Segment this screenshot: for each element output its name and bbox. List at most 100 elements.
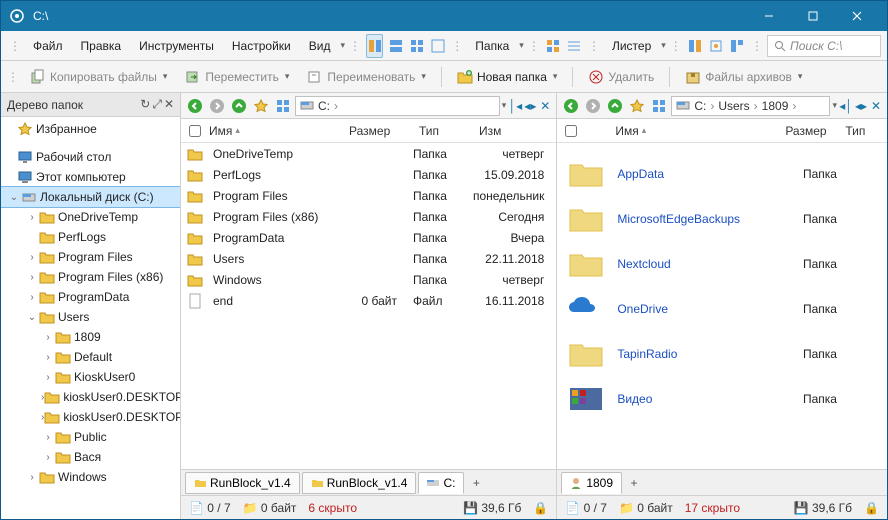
tree-item[interactable]: ›kioskUser0.DESKTOP- — [1, 407, 180, 427]
minimize-button[interactable] — [747, 1, 791, 31]
tree-item[interactable]: ›Вася — [1, 447, 180, 467]
left-file-list[interactable]: OneDriveTempПапкачетвергPerfLogsПапка15.… — [181, 143, 556, 469]
forward-button[interactable] — [583, 96, 603, 116]
maximize-button[interactable] — [791, 1, 835, 31]
up-button[interactable] — [605, 96, 625, 116]
tree-item[interactable]: ›Windows — [1, 467, 180, 487]
close-button[interactable] — [835, 1, 879, 31]
file-row[interactable]: NextcloudПапка — [561, 241, 883, 286]
col-type[interactable]: Тип — [411, 124, 471, 138]
newfolder-button[interactable]: Новая папка▾ — [450, 65, 564, 89]
tree-item[interactable]: PerfLogs — [1, 227, 180, 247]
prev-btn[interactable]: │◂ — [508, 96, 522, 116]
back-button[interactable] — [185, 96, 205, 116]
search-input[interactable]: Поиск C:\ — [767, 35, 881, 57]
menu-edit[interactable]: Правка — [73, 35, 130, 57]
next-btn[interactable]: ◂▸ — [854, 96, 868, 116]
tree-item[interactable]: ⌄Users — [1, 307, 180, 327]
tree-thispc[interactable]: Этот компьютер — [1, 167, 180, 187]
tool-btn-b[interactable] — [708, 34, 725, 58]
prev-btn[interactable]: ◂│ — [839, 96, 853, 116]
close-panel[interactable]: ✕ — [869, 96, 883, 116]
dropdown-icon[interactable]: ▾ — [502, 100, 507, 111]
sidebar-refresh-icon[interactable]: ↻ — [140, 97, 150, 112]
file-row[interactable]: Program Files (x86)ПапкаСегодня — [181, 206, 556, 227]
file-row[interactable]: Program FilesПапкапонедельник — [181, 185, 556, 206]
tree-item[interactable]: ›Public — [1, 427, 180, 447]
col-size[interactable]: Размер — [341, 124, 411, 138]
menu-view[interactable]: Вид — [301, 35, 339, 57]
view-btn-2[interactable] — [387, 34, 404, 58]
file-row[interactable]: UsersПапка22.11.2018 — [181, 248, 556, 269]
tree-item[interactable]: ›Program Files — [1, 247, 180, 267]
file-row[interactable]: TapinRadioПапка — [561, 331, 883, 376]
view-toggle[interactable] — [649, 96, 669, 116]
file-row[interactable]: OneDriveTempПапкачетверг — [181, 143, 556, 164]
tree-localdisk[interactable]: ⌄Локальный диск (C:) — [1, 187, 180, 207]
tree-item[interactable]: ›kioskUser0.DESKTOP- — [1, 387, 180, 407]
tree-item[interactable]: ›OneDriveTemp — [1, 207, 180, 227]
col-name[interactable]: Имя▴ — [201, 124, 341, 138]
menu-file[interactable]: Файл — [25, 35, 71, 57]
sidebar-close-icon[interactable]: ✕ — [164, 97, 174, 112]
tab[interactable]: RunBlock_v1.4 — [185, 472, 300, 494]
tab[interactable]: RunBlock_v1.4 — [302, 472, 417, 494]
menu-folder[interactable]: Папка — [467, 35, 517, 57]
file-row[interactable]: ProgramDataПапкаВчера — [181, 227, 556, 248]
favorites-icon[interactable] — [627, 96, 647, 116]
tool-btn-c[interactable] — [729, 34, 746, 58]
col-check[interactable] — [557, 125, 607, 137]
menu-lister[interactable]: Листер — [604, 35, 659, 57]
breadcrumb[interactable]: C:› Users› 1809› — [671, 96, 830, 116]
right-file-list[interactable]: AppDataПапкаMicrosoftEdgeBackupsПапкаNex… — [557, 143, 887, 469]
col-mod[interactable]: Изм — [471, 124, 556, 138]
view-btn-1[interactable] — [366, 34, 383, 58]
view-btn-3[interactable] — [408, 34, 425, 58]
tree-item[interactable]: ›Program Files (x86) — [1, 267, 180, 287]
menu-settings[interactable]: Настройки — [224, 35, 299, 57]
up-button[interactable] — [229, 96, 249, 116]
tree-favorites[interactable]: Избранное — [1, 119, 180, 139]
tab-active[interactable]: 1809 — [561, 472, 622, 494]
folder-tree[interactable]: Избранное Рабочий стол Этот компьютер ⌄Л… — [1, 117, 180, 519]
tree-desktop[interactable]: Рабочий стол — [1, 147, 180, 167]
tool-btn-a[interactable] — [687, 34, 704, 58]
col-name[interactable]: Имя▴ — [607, 124, 777, 138]
dropdown-icon[interactable]: ▾ — [832, 100, 837, 111]
back-button[interactable] — [561, 96, 581, 116]
sidebar-pin-icon[interactable]: ⤢ — [152, 97, 162, 112]
menu-tools[interactable]: Инструменты — [131, 35, 222, 57]
col-type[interactable]: Тип — [837, 124, 887, 138]
col-size[interactable]: Размер — [777, 124, 837, 138]
move-button[interactable]: Переместить▾ — [178, 65, 296, 89]
rename-button[interactable]: Переименовать▾ — [300, 65, 433, 89]
next-btn[interactable]: ◂▸ — [523, 96, 537, 116]
archives-button[interactable]: Файлы архивов▾ — [678, 65, 809, 89]
file-row[interactable]: WindowsПапкачетверг — [181, 269, 556, 290]
delete-button[interactable]: Удалить — [581, 65, 661, 89]
file-row[interactable]: end0 байтФайл16.11.2018 — [181, 290, 556, 311]
tree-item[interactable]: ›ProgramData — [1, 287, 180, 307]
tree-item[interactable]: ›1809 — [1, 327, 180, 347]
tree-item[interactable]: ›Default — [1, 347, 180, 367]
view-toggle[interactable] — [273, 96, 293, 116]
forward-button[interactable] — [207, 96, 227, 116]
file-row[interactable]: PerfLogsПапка15.09.2018 — [181, 164, 556, 185]
view-btn-4[interactable] — [429, 34, 446, 58]
breadcrumb[interactable]: C:› — [295, 96, 500, 116]
tab-active[interactable]: C: — [418, 472, 464, 494]
newfolder-icon — [457, 69, 473, 85]
tree-item[interactable]: ›KioskUser0 — [1, 367, 180, 387]
view-btn-6[interactable] — [566, 34, 583, 58]
col-check[interactable] — [181, 125, 201, 137]
file-row[interactable]: ВидеоПапка — [561, 376, 883, 421]
file-row[interactable]: MicrosoftEdgeBackupsПапка — [561, 196, 883, 241]
view-btn-5[interactable] — [545, 34, 562, 58]
new-tab-button[interactable]: + — [624, 476, 644, 490]
favorites-icon[interactable] — [251, 96, 271, 116]
file-row[interactable]: AppDataПапка — [561, 151, 883, 196]
copy-button[interactable]: Копировать файлы▾ — [23, 65, 174, 89]
new-tab-button[interactable]: + — [466, 476, 486, 490]
close-panel[interactable]: ✕ — [538, 96, 552, 116]
file-row[interactable]: OneDriveПапка — [561, 286, 883, 331]
